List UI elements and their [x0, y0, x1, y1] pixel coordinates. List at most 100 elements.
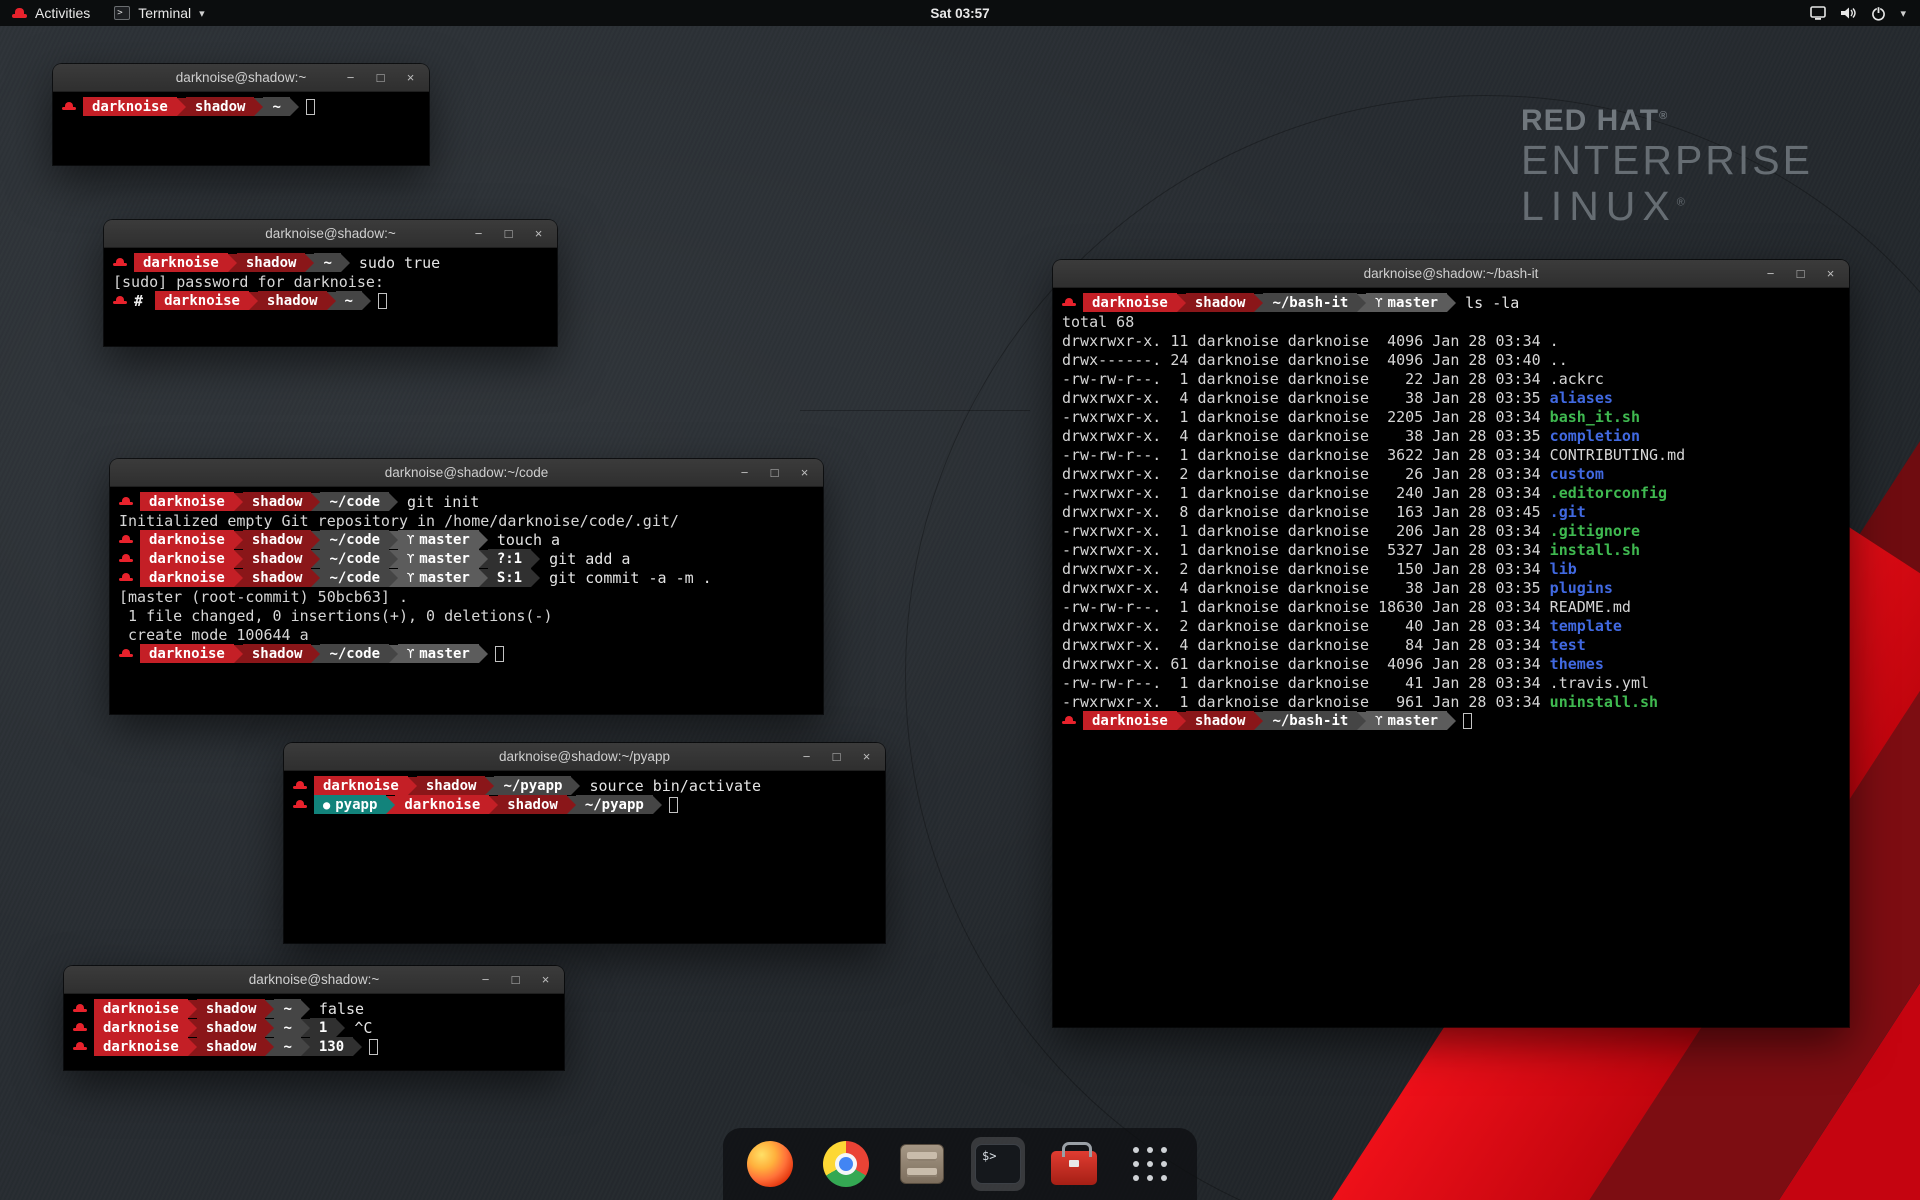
dock-item-files[interactable] [895, 1137, 949, 1191]
maximize-button[interactable]: □ [373, 70, 388, 85]
maximize-button[interactable]: □ [767, 465, 782, 480]
close-button[interactable]: × [538, 972, 553, 987]
window-titlebar[interactable]: darknoise@shadow:~ − □ × [104, 220, 557, 248]
ls-output-line: drwxrwxr-x. 4 darknoise darknoise 38 Jan… [1062, 388, 1840, 407]
terminal-line: darknoiseshadow~ sudo true [113, 253, 548, 272]
prompt-segment-user: darknoise [140, 644, 234, 663]
redhat-icon [12, 8, 27, 19]
powerline-separator [1447, 294, 1456, 312]
terminal-line: darknoiseshadow~ [62, 97, 420, 116]
redhat-prompt-icon [62, 102, 76, 112]
powerline-separator [1177, 712, 1186, 730]
terminal-output-line: Initialized empty Git repository in /hom… [119, 511, 814, 530]
powerline-separator [188, 1019, 197, 1037]
dock-item-toolbox[interactable] [1047, 1137, 1101, 1191]
activities-button[interactable]: Activities [0, 0, 102, 26]
redhat-prompt-icon [113, 296, 127, 306]
window-titlebar[interactable]: darknoise@shadow:~/code − □ × [110, 459, 823, 487]
close-button[interactable]: × [531, 226, 546, 241]
command-text: git add a [540, 550, 630, 568]
prompt-segment-path: ~ [263, 97, 289, 116]
powerline-separator [301, 1000, 310, 1018]
command-text: source bin/activate [580, 777, 761, 795]
prompt-segment-host: shadow [417, 776, 486, 795]
powerline-separator [234, 569, 243, 587]
file-name: custom [1550, 465, 1604, 483]
terminal-window-false[interactable]: darknoise@shadow:~ − □ × darknoiseshadow… [64, 966, 564, 1070]
terminal-content[interactable]: darknoiseshadow~/pyapp source bin/activa… [284, 771, 885, 819]
registered-mark: ® [1659, 110, 1668, 122]
terminal-window-bashit[interactable]: darknoise@shadow:~/bash-it − □ × darknoi… [1053, 260, 1849, 1027]
terminal-content[interactable]: darknoiseshadow~ falsedarknoiseshadow~1 … [64, 994, 564, 1061]
close-button[interactable]: × [1823, 266, 1838, 281]
terminal-window-pyapp[interactable]: darknoise@shadow:~/pyapp − □ × darknoise… [284, 743, 885, 943]
command-text: git init [398, 493, 479, 511]
close-button[interactable]: × [797, 465, 812, 480]
redhat-prompt-icon [73, 1004, 87, 1014]
dock-item-firefox[interactable] [743, 1137, 797, 1191]
prompt-segment-git: ϒmaster [1366, 293, 1447, 312]
terminal-content[interactable]: darknoiseshadow~/bash-itϒmaster ls -lato… [1053, 288, 1849, 735]
window-titlebar[interactable]: darknoise@shadow:~/bash-it − □ × [1053, 260, 1849, 288]
chrome-icon [823, 1141, 869, 1187]
powerline-separator [234, 645, 243, 663]
maximize-button[interactable]: □ [1793, 266, 1808, 281]
window-title: darknoise@shadow:~ [265, 226, 395, 241]
ls-output-line: drwxrwxr-x. 4 darknoise darknoise 84 Jan… [1062, 635, 1840, 654]
ls-output-line: drwxrwxr-x. 4 darknoise darknoise 38 Jan… [1062, 578, 1840, 597]
minimize-button[interactable]: − [737, 465, 752, 480]
dock-item-terminal[interactable]: $> [971, 1137, 1025, 1191]
app-menu-terminal[interactable]: > Terminal ▾ [102, 0, 216, 26]
minimize-button[interactable]: − [471, 226, 486, 241]
powerline-separator [234, 531, 243, 549]
terminal-content[interactable]: darknoiseshadow~ sudo true[sudo] passwor… [104, 248, 557, 315]
rhel-logo-brand: RED HAT® [1521, 104, 1813, 138]
dock-item-chrome[interactable] [819, 1137, 873, 1191]
powerline-separator [1254, 712, 1263, 730]
terminal-window-home-1[interactable]: darknoise@shadow:~ − □ × darknoiseshadow… [53, 64, 429, 165]
window-titlebar[interactable]: darknoise@shadow:~/pyapp − □ × [284, 743, 885, 771]
powerline-separator [531, 569, 540, 587]
powerline-separator [336, 1019, 345, 1037]
file-name: plugins [1550, 579, 1613, 597]
close-button[interactable]: × [403, 70, 418, 85]
redhat-prompt-icon [1062, 298, 1076, 308]
prompt-segment-path: ~/code [320, 549, 389, 568]
prompt-segment-path: ~ [274, 999, 300, 1018]
powerline-separator [249, 292, 258, 310]
system-status-area[interactable]: ▾ [1796, 0, 1920, 26]
file-name: .editorconfig [1550, 484, 1667, 502]
powerline-separator [571, 777, 580, 795]
redhat-prompt-icon [119, 649, 133, 659]
window-titlebar[interactable]: darknoise@shadow:~ − □ × [53, 64, 429, 92]
redhat-prompt-icon [119, 497, 133, 507]
prompt-segment-user: darknoise [94, 999, 188, 1018]
prompt-segment-stat: 130 [310, 1037, 353, 1056]
powerline-separator [188, 1000, 197, 1018]
ls-output-line: drwx------. 24 darknoise darknoise 4096 … [1062, 350, 1840, 369]
terminal-window-code[interactable]: darknoise@shadow:~/code − □ × darknoises… [110, 459, 823, 714]
powerline-separator [265, 1000, 274, 1018]
close-button[interactable]: × [859, 749, 874, 764]
terminal-content[interactable]: darknoiseshadow~ [53, 92, 429, 121]
minimize-button[interactable]: − [343, 70, 358, 85]
terminal-line: darknoiseshadow~ false [73, 999, 555, 1018]
maximize-button[interactable]: □ [829, 749, 844, 764]
maximize-button[interactable]: □ [501, 226, 516, 241]
dock-item-app-grid[interactable] [1123, 1137, 1177, 1191]
powerline-separator [567, 796, 576, 814]
minimize-button[interactable]: − [1763, 266, 1778, 281]
powerline-separator [479, 569, 488, 587]
prompt-segment-host: shadow [258, 291, 327, 310]
powerline-separator [479, 550, 488, 568]
file-name: aliases [1550, 389, 1613, 407]
terminal-content[interactable]: darknoiseshadow~/code git initInitialize… [110, 487, 823, 668]
clock[interactable]: Sat 03:57 [930, 6, 989, 21]
file-name: lib [1550, 560, 1577, 578]
prompt-segment-host: shadow [237, 253, 306, 272]
minimize-button[interactable]: − [799, 749, 814, 764]
window-titlebar[interactable]: darknoise@shadow:~ − □ × [64, 966, 564, 994]
minimize-button[interactable]: − [478, 972, 493, 987]
maximize-button[interactable]: □ [508, 972, 523, 987]
terminal-window-sudo[interactable]: darknoise@shadow:~ − □ × darknoiseshadow… [104, 220, 557, 346]
